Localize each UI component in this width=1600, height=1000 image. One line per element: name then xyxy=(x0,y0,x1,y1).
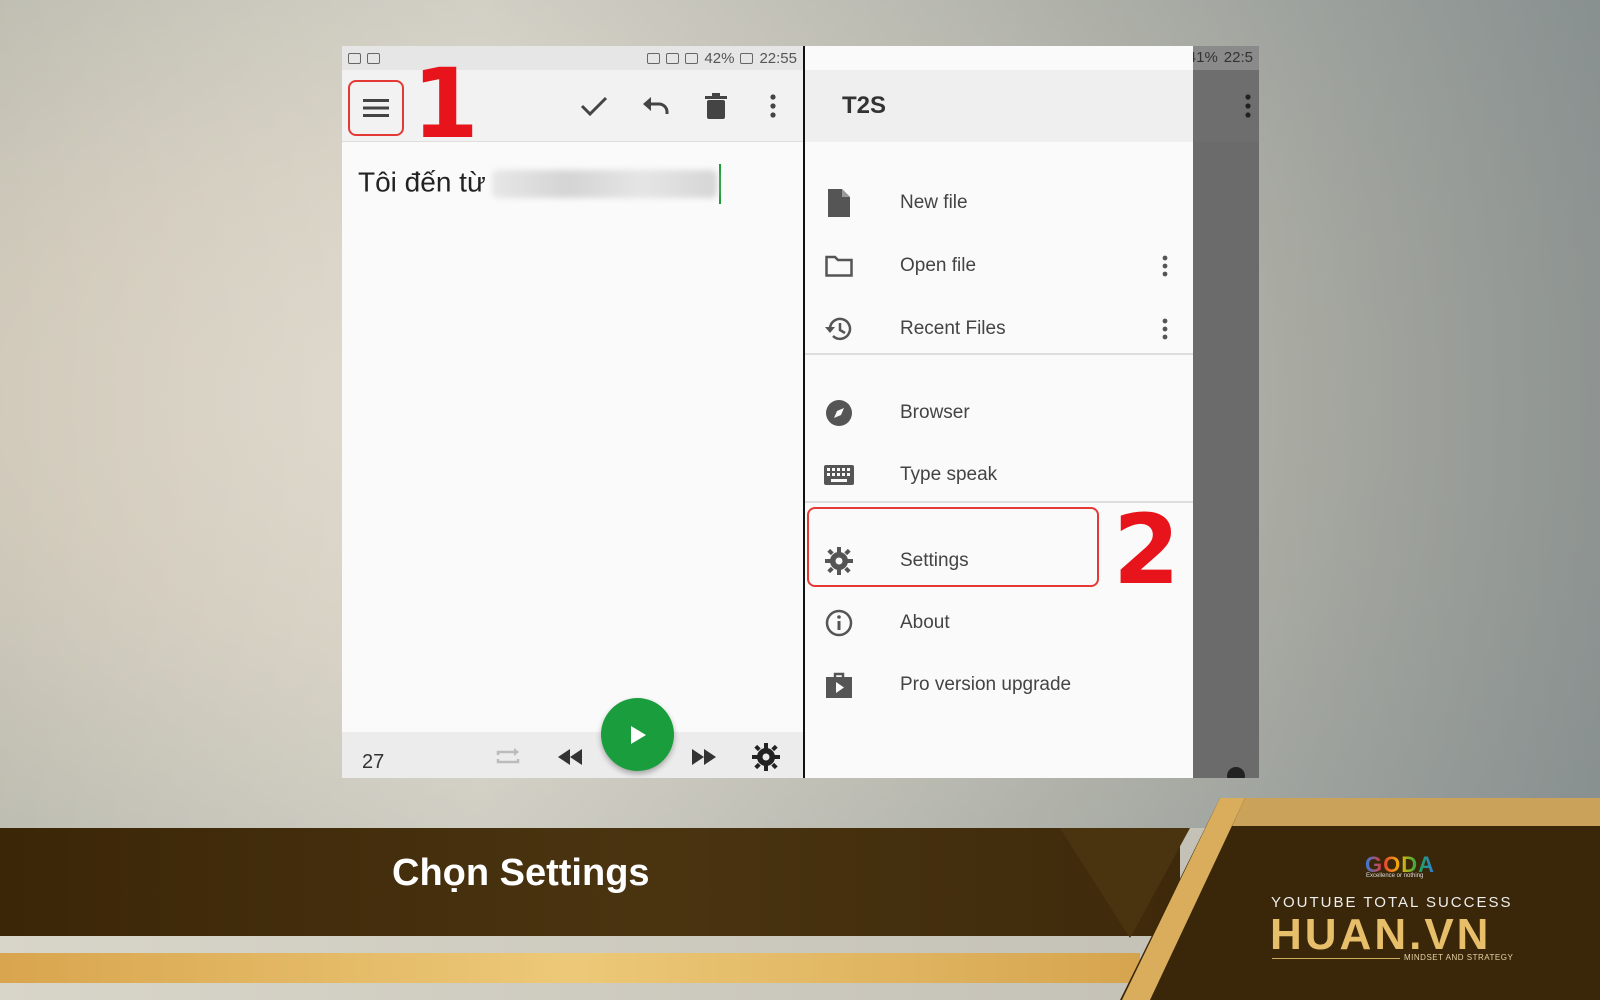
undo-button[interactable] xyxy=(638,88,674,124)
notification-icon xyxy=(367,52,380,64)
repeat-button[interactable] xyxy=(492,742,524,772)
character-count: 27 xyxy=(362,751,385,773)
drawer-title: T2S xyxy=(842,92,887,119)
text-editor[interactable]: Tôi đến từ xyxy=(358,164,721,204)
menu-label: About xyxy=(900,612,950,633)
info-icon xyxy=(825,609,853,637)
battery-level: 42% xyxy=(704,49,735,67)
menu-label: Browser xyxy=(900,402,970,423)
more-vert-icon xyxy=(1162,255,1168,277)
play-icon xyxy=(630,725,646,744)
text-cursor xyxy=(718,164,721,204)
alarm-icon xyxy=(666,52,680,64)
step-2-marker: 2 xyxy=(1113,494,1180,606)
signal-icon xyxy=(685,52,699,64)
confirm-button[interactable] xyxy=(576,88,612,124)
store-icon xyxy=(826,672,852,698)
more-vert-icon xyxy=(1162,318,1168,340)
compass-icon xyxy=(826,400,852,426)
banner-gold-stripe xyxy=(0,953,1140,983)
fast-forward-button[interactable] xyxy=(688,742,720,772)
navigation-drawer: T2S New file Open file Recent Files Brow… xyxy=(805,46,1193,778)
rewind-button[interactable] xyxy=(554,742,586,772)
keyboard-icon xyxy=(824,465,854,485)
overflow-menu-button[interactable] xyxy=(755,88,791,124)
more-vert-icon xyxy=(1245,94,1251,118)
dimmed-toolbar xyxy=(1193,70,1259,142)
menu-label: Open file xyxy=(900,255,977,276)
menu-item-new-file[interactable]: New file xyxy=(805,172,1193,234)
folder-icon xyxy=(825,255,853,277)
goda-logo-tagline: Excellence or nothing xyxy=(1366,873,1424,879)
menu-item-pro-upgrade[interactable]: Pro version upgrade xyxy=(805,654,1193,716)
battery-icon xyxy=(740,52,754,64)
right-phone-screen: 41% 22:5 T2S New file Open file Recent F… xyxy=(805,46,1259,778)
brand-underline xyxy=(1272,958,1400,959)
blurred-text xyxy=(491,170,717,198)
menu-item-open-file[interactable]: Open file xyxy=(805,235,1193,297)
menu-separator xyxy=(805,353,1193,355)
menu-label: Recent Files xyxy=(900,318,1006,339)
open-file-more-button[interactable] xyxy=(1157,251,1173,281)
mute-icon xyxy=(647,52,661,64)
playback-bar: 27 xyxy=(342,732,803,778)
menu-label: Pro version upgrade xyxy=(900,674,1072,695)
menu-item-recent-files[interactable]: Recent Files xyxy=(805,298,1193,360)
undo-icon xyxy=(643,97,669,114)
settings-highlight-box xyxy=(807,507,1099,587)
editor-content: Tôi đến từ xyxy=(358,166,486,198)
drawer-header: T2S xyxy=(805,70,1193,142)
image-notification-icon xyxy=(348,52,361,64)
more-vert-icon xyxy=(770,94,776,118)
clock: 22:55 xyxy=(759,49,797,67)
gear-icon xyxy=(1227,767,1245,778)
fast-forward-icon xyxy=(692,749,716,765)
menu-button[interactable] xyxy=(348,80,404,136)
clock: 22:5 xyxy=(1223,49,1253,66)
delete-button[interactable] xyxy=(698,88,734,124)
check-icon xyxy=(580,96,608,117)
brand-slogan: MINDSET AND STRATEGY xyxy=(1404,953,1514,962)
file-icon xyxy=(828,189,850,217)
brand-tagline: YOUTUBE TOTAL SUCCESS xyxy=(1271,894,1513,911)
menu-label: New file xyxy=(900,192,968,213)
step-1-marker: 1 xyxy=(412,48,479,160)
trash-icon xyxy=(705,93,727,119)
banner-caption: Chọn Settings xyxy=(392,852,650,894)
recent-files-more-button[interactable] xyxy=(1157,314,1173,344)
menu-item-browser[interactable]: Browser xyxy=(805,382,1193,444)
rewind-icon xyxy=(558,749,582,765)
settings-button[interactable] xyxy=(750,742,782,772)
play-button[interactable] xyxy=(601,698,674,771)
gear-icon xyxy=(752,743,780,771)
repeat-icon xyxy=(496,748,520,764)
hamburger-icon xyxy=(363,99,389,117)
menu-label: Type speak xyxy=(900,464,998,485)
history-icon xyxy=(825,317,852,341)
